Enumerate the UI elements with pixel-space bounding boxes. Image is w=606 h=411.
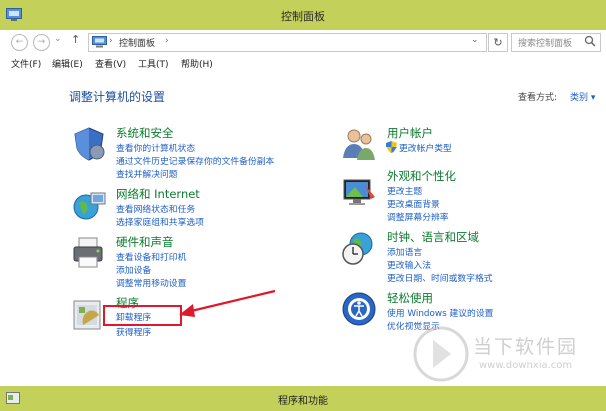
search-placeholder: 搜索控制面板 xyxy=(518,39,573,49)
programs-icon[interactable] xyxy=(71,297,107,333)
link-view-computer-status[interactable]: 查看你的计算机状态 xyxy=(116,141,195,154)
link-change-theme[interactable]: 更改主题 xyxy=(387,184,422,197)
forward-button[interactable]: → xyxy=(33,34,50,51)
appearance-monitor-icon[interactable] xyxy=(341,175,377,211)
category-clock-language-region[interactable]: 时钟、语言和区域 xyxy=(387,229,479,245)
link-adjust-resolution[interactable]: 调整屏幕分辨率 xyxy=(387,210,449,223)
link-add-language[interactable]: 添加语言 xyxy=(387,245,422,258)
link-change-account-type[interactable]: 更改帐户类型 xyxy=(399,141,452,154)
link-troubleshoot[interactable]: 查找并解决问题 xyxy=(116,167,178,180)
link-add-device[interactable]: 添加设备 xyxy=(116,263,151,276)
control-panel-small-icon xyxy=(92,36,107,51)
highlight-box xyxy=(103,305,182,326)
address-bar[interactable]: › 控制面板 › ⌄ xyxy=(88,33,487,52)
category-network-internet[interactable]: 网络和 Internet xyxy=(116,186,200,202)
menu-file[interactable]: 文件(F) xyxy=(11,57,41,70)
bottom-window-bar: 程序和功能 xyxy=(0,386,606,411)
menu-edit[interactable]: 编辑(E) xyxy=(52,57,83,70)
category-hardware-sound[interactable]: 硬件和声音 xyxy=(116,234,174,250)
breadcrumb-separator: › xyxy=(109,36,113,46)
recent-pages-icon[interactable]: ⌄ xyxy=(54,34,62,44)
category-appearance-personalization[interactable]: 外观和个性化 xyxy=(387,168,456,184)
search-input[interactable]: 搜索控制面板 xyxy=(511,33,601,52)
up-arrow-icon[interactable]: ↑ xyxy=(71,33,80,46)
ease-of-access-icon[interactable] xyxy=(341,291,377,327)
breadcrumb-control-panel[interactable]: 控制面板 xyxy=(119,36,155,49)
link-get-programs[interactable]: 获得程序 xyxy=(116,325,151,338)
link-change-desktop-background[interactable]: 更改桌面背景 xyxy=(387,197,440,210)
link-change-input-method[interactable]: 更改输入法 xyxy=(387,258,431,271)
category-user-accounts[interactable]: 用户帐户 xyxy=(387,125,433,141)
page-title: 调整计算机的设置 xyxy=(69,90,166,104)
printer-icon[interactable] xyxy=(71,234,107,270)
address-dropdown-icon[interactable]: ⌄ xyxy=(471,35,479,45)
view-by-label: 查看方式: xyxy=(518,93,558,103)
category-system-security[interactable]: 系统和安全 xyxy=(116,125,174,141)
menu-tools[interactable]: 工具(T) xyxy=(138,57,169,70)
navigation-bar: ← → ⌄ ↑ › 控制面板 › ⌄ ↻ 搜索控制面板 xyxy=(0,30,606,52)
bottom-window-title: 程序和功能 xyxy=(278,396,328,407)
watermark-logo-icon xyxy=(413,326,469,382)
menu-help[interactable]: 帮助(H) xyxy=(181,57,213,70)
watermark: 当下软件园 www.downxia.com xyxy=(413,326,588,388)
link-file-history-backup[interactable]: 通过文件历史记录保存你的文件备份副本 xyxy=(116,154,274,167)
title-bar: 控制面板 xyxy=(0,0,606,30)
menu-view[interactable]: 查看(V) xyxy=(95,57,126,70)
view-by-dropdown[interactable]: 类别 ▾ xyxy=(570,90,595,103)
watermark-brand: 当下软件园 xyxy=(473,336,579,358)
link-windows-recommended-settings[interactable]: 使用 Windows 建议的设置 xyxy=(387,306,493,319)
category-ease-of-access[interactable]: 轻松使用 xyxy=(387,290,433,306)
refresh-button[interactable]: ↻ xyxy=(488,33,508,52)
link-change-date-time-format[interactable]: 更改日期、时间或数字格式 xyxy=(387,271,493,284)
clock-globe-icon[interactable] xyxy=(341,230,377,266)
window-title: 控制面板 xyxy=(281,10,325,23)
link-devices-printers[interactable]: 查看设备和打印机 xyxy=(116,250,186,263)
menu-bar: 文件(F) 编辑(E) 查看(V) 工具(T) 帮助(H) xyxy=(0,54,606,72)
back-button[interactable]: ← xyxy=(11,34,28,51)
network-globe-icon[interactable] xyxy=(71,187,107,223)
link-network-status[interactable]: 查看网络状态和任务 xyxy=(116,202,195,215)
watermark-url: www.downxia.com xyxy=(479,360,573,371)
shield-icon[interactable] xyxy=(71,126,107,162)
uac-shield-icon xyxy=(386,141,397,156)
breadcrumb-separator[interactable]: › xyxy=(165,36,169,46)
search-icon[interactable] xyxy=(584,35,596,50)
link-homegroup-sharing[interactable]: 选择家庭组和共享选项 xyxy=(116,215,204,228)
users-icon[interactable] xyxy=(341,126,377,162)
annotation-arrow xyxy=(179,289,276,317)
